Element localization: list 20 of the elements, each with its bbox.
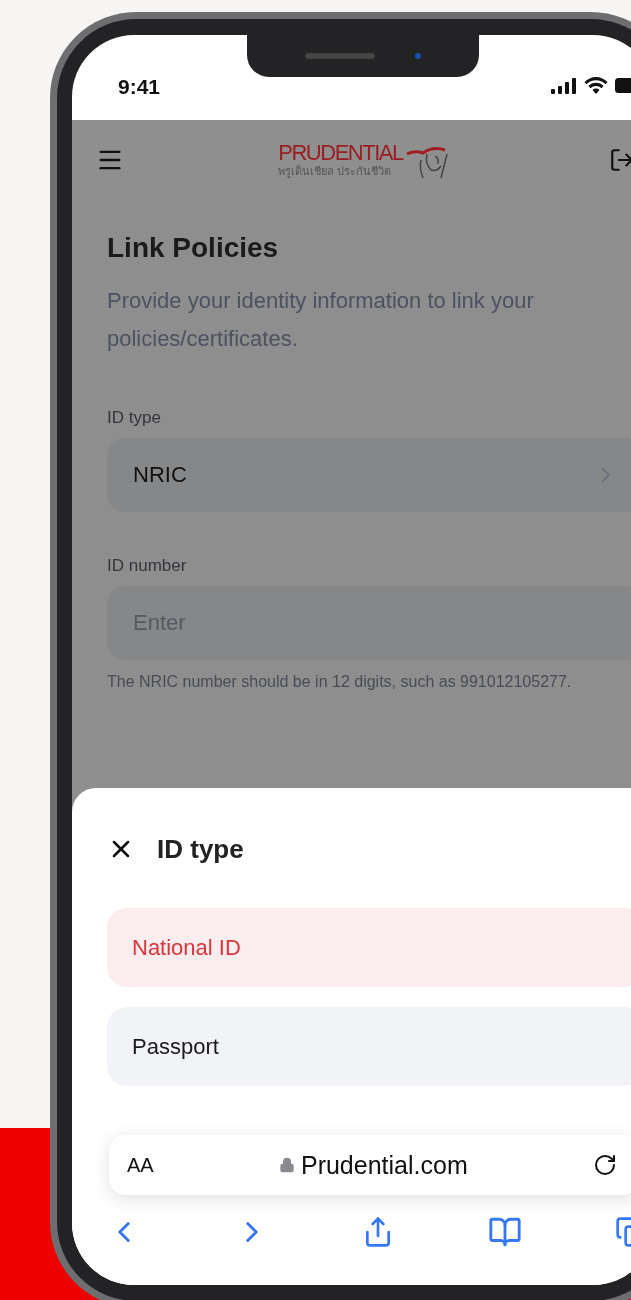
book-icon[interactable] — [487, 1215, 522, 1249]
url-text[interactable]: Prudential.com — [300, 1150, 468, 1180]
page-description: Provide your identity information to link your policies/certificates. — [107, 287, 535, 353]
select-field[interactable]: NRIC — [107, 438, 631, 512]
logo-text: PRUDENTIAL — [278, 141, 403, 164]
wifi-icon — [584, 77, 608, 94]
logout-icon[interactable] — [609, 147, 631, 173]
logo-subtext: พรูเด็นเชียล ประกันชีวิต — [278, 163, 392, 179]
status-time: 9:41 — [118, 73, 161, 99]
page-title: Link Policies — [107, 232, 280, 264]
field-hint: The NRIC number should be in 12 digits, such as 991012105277. — [107, 672, 573, 692]
reload-icon[interactable] — [593, 1153, 617, 1177]
lock-icon — [278, 1157, 295, 1173]
signal-icon — [551, 77, 577, 94]
option-item[interactable]: Passport — [107, 1007, 631, 1086]
option-item[interactable]: National ID — [107, 908, 631, 987]
field-label: ID number — [107, 556, 188, 576]
field-label: ID type — [107, 408, 162, 428]
text-size-button[interactable]: AA — [127, 1153, 154, 1177]
sheet-title: ID type — [157, 833, 244, 865]
